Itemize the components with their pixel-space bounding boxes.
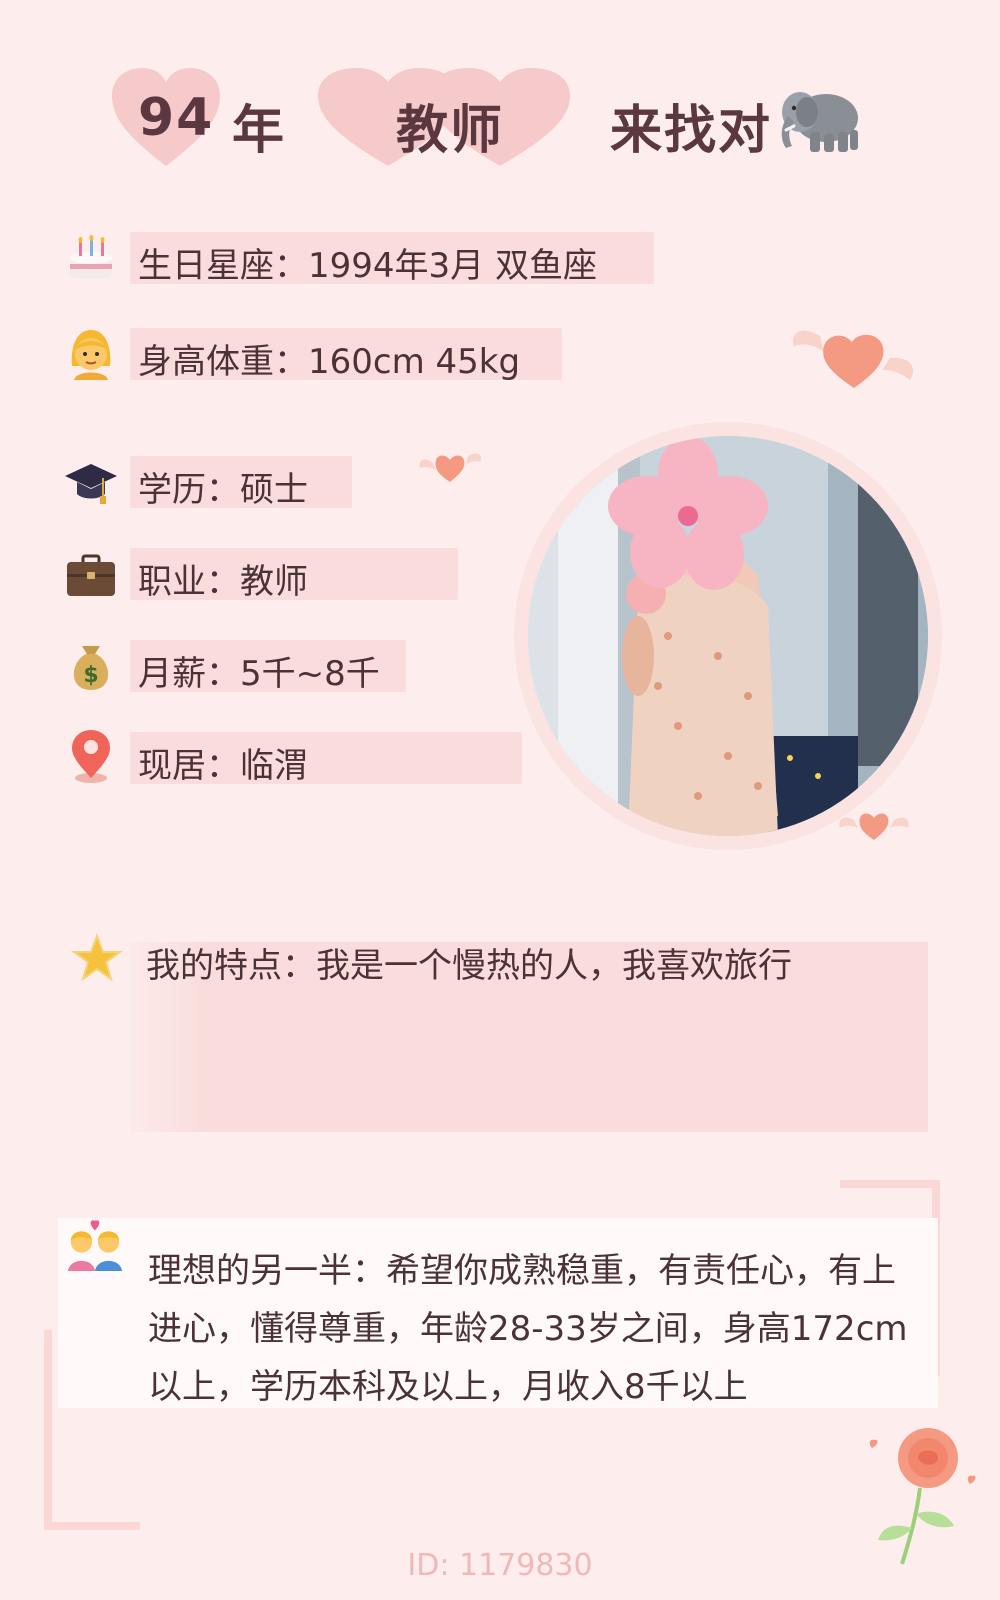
occupation-text: 职业：教师 bbox=[138, 562, 308, 602]
location-pin-icon bbox=[62, 728, 120, 786]
height-weight-text: 身高体重：160cm 45kg bbox=[138, 342, 521, 382]
header-slogan: 来找对 bbox=[610, 101, 773, 161]
graduation-cap-icon bbox=[62, 454, 120, 512]
header-year-number: 94 bbox=[138, 88, 215, 148]
star-icon bbox=[68, 930, 126, 988]
rose-decoration bbox=[869, 1428, 976, 1565]
svg-text:$: $ bbox=[83, 663, 98, 688]
winged-heart-decoration bbox=[793, 330, 914, 388]
header-year-unit: 年 bbox=[232, 101, 287, 161]
residence-text: 现居：临渭 bbox=[138, 746, 308, 786]
small-winged-heart-decoration bbox=[419, 453, 482, 482]
ideal-partner-text: 理想的另一半：希望你成熟稳重，有责任心，有上进心，懂得尊重，年龄28-33岁之间… bbox=[148, 1251, 908, 1407]
elephant-icon bbox=[781, 92, 858, 152]
woman-icon bbox=[62, 324, 120, 382]
education-text: 学历：硕士 bbox=[138, 470, 308, 510]
salary-text: 月薪：5千~8千 bbox=[138, 654, 380, 694]
traits-text: 我的特点：我是一个慢热的人，我喜欢旅行 bbox=[146, 946, 792, 986]
profile-id: ID: 1179830 bbox=[407, 1548, 593, 1583]
header-job: 教师 bbox=[396, 101, 505, 161]
money-bag-icon: $ bbox=[62, 638, 120, 696]
briefcase-icon bbox=[62, 546, 120, 604]
couple-with-heart-icon bbox=[66, 1214, 124, 1272]
birthday-cake-icon bbox=[62, 228, 120, 286]
birthday-text: 生日星座：1994年3月 双鱼座 bbox=[138, 246, 597, 286]
profile-photo bbox=[528, 436, 928, 836]
